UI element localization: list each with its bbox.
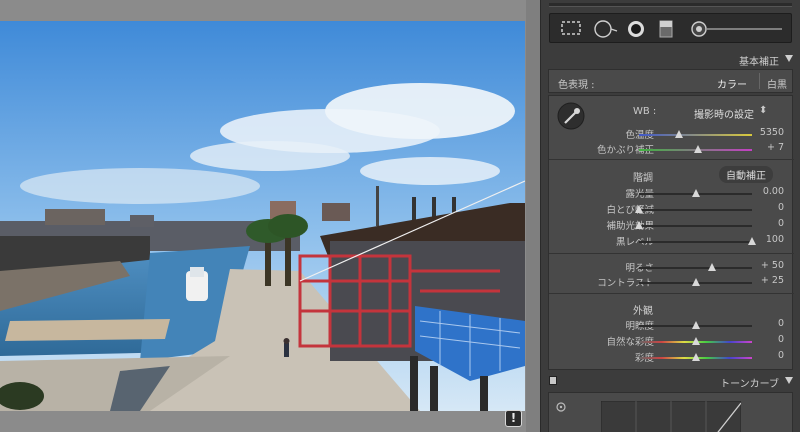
- auto-tone-button[interactable]: 自動補正: [719, 166, 773, 183]
- treatment-separator: [759, 73, 760, 89]
- develop-right-panel: 基本補正 色表現 : カラー 白黒 WB : 撮影時の設定 ⬍ 色温度5350色…: [540, 0, 800, 432]
- slider-row: 明るさ+ 50: [549, 260, 794, 274]
- tone-group-title: 階調: [633, 173, 653, 184]
- slider-thumb[interactable]: [693, 145, 702, 153]
- target-adjust-icon[interactable]: [555, 401, 567, 413]
- slider-value[interactable]: + 7: [767, 142, 784, 153]
- basic-panel-title: 基本補正: [739, 57, 779, 68]
- slider-row: 明瞭度0: [549, 318, 794, 332]
- slider-thumb[interactable]: [708, 263, 717, 271]
- red-eye-icon[interactable]: [626, 19, 646, 39]
- slider-value[interactable]: + 50: [761, 260, 784, 271]
- wb-select[interactable]: 撮影時の設定: [694, 106, 754, 121]
- graduated-filter-icon[interactable]: [658, 19, 674, 39]
- collapse-triangle-icon[interactable]: [785, 377, 793, 384]
- tone-curve-title: トーンカーブ: [720, 379, 779, 390]
- crop-overlay-icon[interactable]: [560, 19, 582, 37]
- slider-row: 自然な彩度 0: [549, 334, 794, 348]
- slider-thumb[interactable]: [674, 130, 683, 138]
- treatment-bw-button[interactable]: 白黒: [767, 76, 787, 91]
- slider-value[interactable]: 0: [778, 218, 784, 229]
- panel-divider[interactable]: [526, 0, 540, 432]
- divider: [549, 293, 794, 294]
- wb-label: WB :: [633, 106, 657, 117]
- slider-value[interactable]: 0: [778, 334, 784, 345]
- basic-panel-header[interactable]: 基本補正: [541, 50, 800, 68]
- slider-row: 補助光効果 0: [549, 218, 794, 232]
- slider-thumb[interactable]: [691, 353, 700, 361]
- slider-thumb[interactable]: [691, 321, 700, 329]
- photo-image: [0, 21, 525, 411]
- divider: [549, 159, 794, 160]
- panel-switch-icon[interactable]: [549, 376, 557, 385]
- presence-group-title: 外観: [633, 306, 653, 317]
- slider-row: 白とび軽減 0: [549, 202, 794, 216]
- photo-preview[interactable]: [0, 21, 525, 411]
- collapse-triangle-icon[interactable]: [785, 55, 793, 62]
- slider-value[interactable]: 0: [778, 350, 784, 361]
- slider-thumb[interactable]: [748, 237, 756, 245]
- tone-curve-header[interactable]: トーンカーブ: [541, 372, 800, 390]
- tool-strip: [549, 13, 792, 43]
- slider-thumb[interactable]: [691, 337, 700, 345]
- treatment-color-button[interactable]: カラー: [717, 76, 747, 91]
- slider-value[interactable]: 0: [778, 202, 784, 213]
- slider-row: 彩度0: [549, 350, 794, 364]
- slider-value[interactable]: 100: [766, 234, 784, 245]
- spot-removal-icon[interactable]: [592, 19, 618, 39]
- tone-curve-graph[interactable]: [601, 401, 741, 432]
- treatment-label: 色表現 :: [558, 80, 595, 91]
- slider-value[interactable]: 5350: [760, 127, 784, 138]
- slider-thumb[interactable]: [635, 205, 643, 213]
- histogram-bottom-edge: [549, 3, 792, 7]
- adjustment-brush-icon[interactable]: [690, 19, 786, 39]
- tone-curve-panel: [548, 392, 793, 432]
- basic-controls: WB : 撮影時の設定 ⬍ 色温度5350色かぶり補正+ 7 階調 自動補正 露…: [548, 95, 794, 370]
- slider-track[interactable]: [639, 241, 752, 243]
- exclamation-icon[interactable]: !: [505, 410, 522, 427]
- slider-row: 色温度5350: [549, 127, 794, 141]
- slider-row: 黒レベル 100: [549, 234, 794, 248]
- slider-thumb[interactable]: [691, 278, 700, 286]
- divider: [549, 253, 794, 254]
- slider-track[interactable]: [639, 267, 752, 269]
- slider-value[interactable]: 0: [778, 318, 784, 329]
- slider-track[interactable]: [639, 209, 752, 211]
- treatment-row: 色表現 : カラー 白黒: [548, 69, 793, 93]
- slider-thumb[interactable]: [635, 221, 643, 229]
- slider-track[interactable]: [639, 225, 752, 227]
- slider-row: 露光量0.00: [549, 186, 794, 200]
- slider-row: 色かぶり補正 + 7: [549, 142, 794, 156]
- slider-row: コントラスト + 25: [549, 275, 794, 289]
- wb-dropdown-arrow-icon[interactable]: ⬍: [759, 105, 767, 116]
- slider-thumb[interactable]: [691, 189, 700, 197]
- slider-value[interactable]: + 25: [761, 275, 784, 286]
- slider-track[interactable]: [639, 134, 752, 136]
- eyedropper-icon[interactable]: [557, 102, 585, 130]
- slider-value[interactable]: 0.00: [763, 186, 784, 197]
